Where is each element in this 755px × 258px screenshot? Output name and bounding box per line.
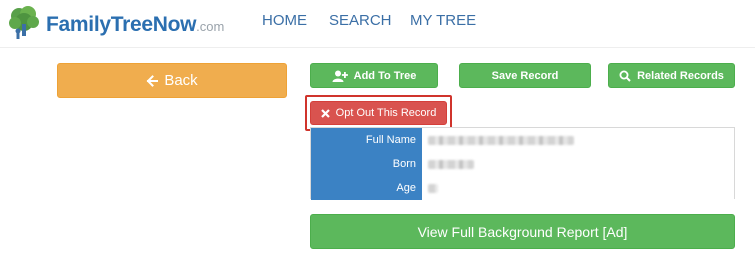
arrow-left-icon: [146, 74, 159, 87]
user-plus-icon: [332, 70, 348, 82]
add-to-tree-label: Add To Tree: [353, 69, 417, 82]
redacted-born: [428, 160, 474, 169]
save-record-label: Save Record: [491, 69, 559, 82]
site-header: FamilyTreeNow.com HOME SEARCH MY TREE: [0, 0, 755, 48]
related-records-button[interactable]: Related Records: [608, 63, 735, 88]
redacted-name: [428, 136, 574, 145]
site-logo[interactable]: FamilyTreeNow.com: [6, 4, 224, 40]
logo-brand: FamilyTreeNow: [46, 13, 197, 36]
nav-home[interactable]: HOME: [262, 12, 307, 29]
nav-search[interactable]: SEARCH: [329, 12, 392, 29]
opt-out-highlight: Opt Out This Record: [305, 95, 452, 131]
back-label: Back: [164, 72, 198, 89]
record-row-age: Age: [311, 176, 734, 200]
opt-out-label: Opt Out This Record: [335, 107, 437, 119]
logo-wordmark: FamilyTreeNow.com: [46, 13, 224, 37]
nav-my-tree[interactable]: MY TREE: [410, 12, 476, 29]
background-report-label: View Full Background Report [Ad]: [417, 223, 628, 240]
opt-out-button[interactable]: Opt Out This Record: [310, 101, 447, 125]
redacted-age: [428, 184, 438, 193]
close-icon: [320, 108, 330, 118]
tree-icon: [9, 6, 39, 39]
related-records-label: Related Records: [637, 69, 724, 82]
age-label: Age: [311, 176, 422, 200]
add-to-tree-button[interactable]: Add To Tree: [310, 63, 438, 88]
age-value: [422, 176, 734, 200]
full-name-label: Full Name: [311, 128, 422, 152]
record-details: Full Name Born Age: [310, 127, 735, 200]
full-name-value: [422, 128, 734, 152]
background-report-button[interactable]: View Full Background Report [Ad]: [310, 214, 735, 249]
born-value: [422, 152, 734, 176]
back-button[interactable]: Back: [57, 63, 287, 98]
record-row-born: Born: [311, 152, 734, 176]
search-icon: [619, 70, 631, 82]
record-row-full-name: Full Name: [311, 128, 734, 152]
save-record-button[interactable]: Save Record: [459, 63, 591, 88]
born-label: Born: [311, 152, 422, 176]
logo-tld: .com: [196, 19, 225, 34]
